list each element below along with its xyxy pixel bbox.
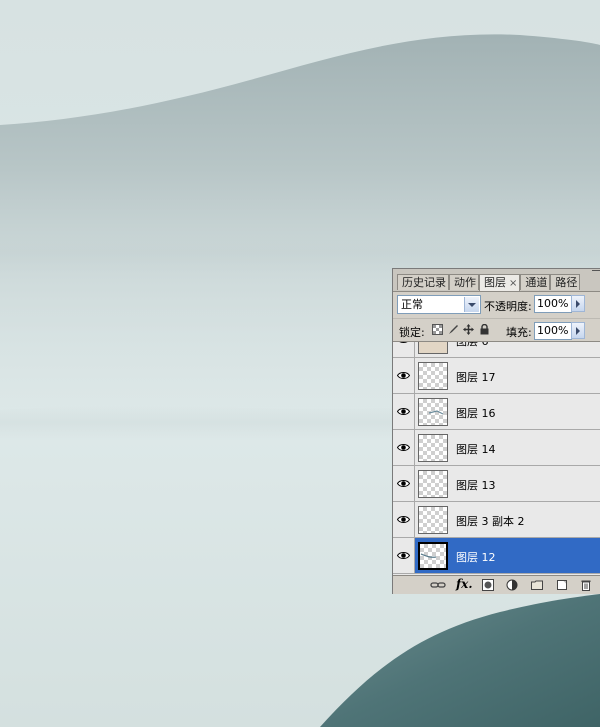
layer-row[interactable]: 图层 14 [393,430,600,466]
layers-list[interactable]: 图层 6 图层 17 图层 16 图层 14 图层 13 图层 3 副本 2 图… [393,341,600,576]
trash-icon[interactable] [580,579,592,591]
layer-name: 图层 13 [456,479,496,492]
link-layers-icon[interactable] [430,579,446,591]
tab-history[interactable]: 历史记录 [397,274,449,290]
lock-options-row: 锁定: 填充: 100% [393,318,600,342]
layer-thumbnail [418,342,448,354]
tab-paths-label: 路径 [555,276,578,289]
layer-thumbnail [418,398,448,426]
lock-label: 锁定: [399,326,425,339]
visibility-eye-icon[interactable] [393,466,415,501]
panel-tab-bar: 历史记录 动作 图层 × 通道 路径 [393,269,600,292]
visibility-eye-icon[interactable] [393,358,415,393]
opacity-slider-button[interactable] [571,295,585,312]
new-group-icon[interactable] [531,579,543,591]
visibility-eye-icon[interactable] [393,394,415,429]
layer-thumbnail [418,470,448,498]
layer-thumbnail [418,362,448,390]
blend-options-row: 正常 不透明度: 100% [393,291,600,317]
panel-menu-icon[interactable] [592,270,600,279]
opacity-input[interactable]: 100% [534,295,572,313]
chevron-down-icon[interactable] [464,297,479,312]
fill-label: 填充: [506,326,532,339]
fill-slider-button[interactable] [571,322,585,339]
layers-panel: 历史记录 动作 图层 × 通道 路径 正常 不透明度: 100% 锁定: 填充:… [392,268,600,594]
visibility-eye-icon[interactable] [393,502,415,537]
layer-thumbnail [418,434,448,462]
layer-name: 图层 6 [456,341,489,348]
arrow-right-icon [576,299,580,308]
layer-row[interactable]: 图层 16 [393,394,600,430]
layer-thumbnail [418,542,448,570]
blend-mode-select[interactable]: 正常 [397,295,481,314]
tab-history-label: 历史记录 [402,276,446,289]
tab-actions[interactable]: 动作 [449,274,479,290]
layer-row[interactable]: 图层 17 [393,358,600,394]
layer-thumbnail [418,506,448,534]
panel-bottom-toolbar: fx. [393,575,600,594]
layer-row[interactable]: 图层 13 [393,466,600,502]
layer-row-selected[interactable]: 图层 12 [393,538,600,574]
blend-mode-value: 正常 [401,298,423,311]
tab-channels-label: 通道 [525,276,548,289]
layer-row[interactable]: 图层 6 [393,341,600,358]
visibility-eye-icon[interactable] [393,430,415,465]
close-icon[interactable]: × [509,278,517,289]
lock-transparency-icon[interactable] [432,324,443,335]
layer-name: 图层 17 [456,371,496,384]
opacity-label: 不透明度: [484,300,532,313]
new-layer-icon[interactable] [556,579,568,591]
tab-layers[interactable]: 图层 × [479,274,521,291]
fx-icon[interactable]: fx. [456,577,473,591]
lock-position-icon[interactable] [463,324,474,335]
layer-name: 图层 16 [456,407,496,420]
tab-layers-label: 图层 [484,276,506,289]
layer-name: 图层 3 副本 2 [456,515,525,528]
layer-row[interactable]: 图层 3 副本 2 [393,502,600,538]
lock-pixels-icon[interactable] [448,324,459,335]
visibility-eye-icon[interactable] [393,342,415,357]
tab-channels[interactable]: 通道 [520,274,551,290]
visibility-eye-icon[interactable] [393,538,415,573]
tab-actions-label: 动作 [454,276,476,289]
adjustment-layer-icon[interactable] [506,579,518,591]
arrow-right-icon [576,326,580,335]
layer-name: 图层 14 [456,443,496,456]
fill-input[interactable]: 100% [534,322,572,340]
tab-paths[interactable]: 路径 [550,274,581,290]
layer-name: 图层 12 [456,551,496,564]
lock-all-icon[interactable] [479,324,490,335]
layer-mask-icon[interactable] [482,579,494,591]
